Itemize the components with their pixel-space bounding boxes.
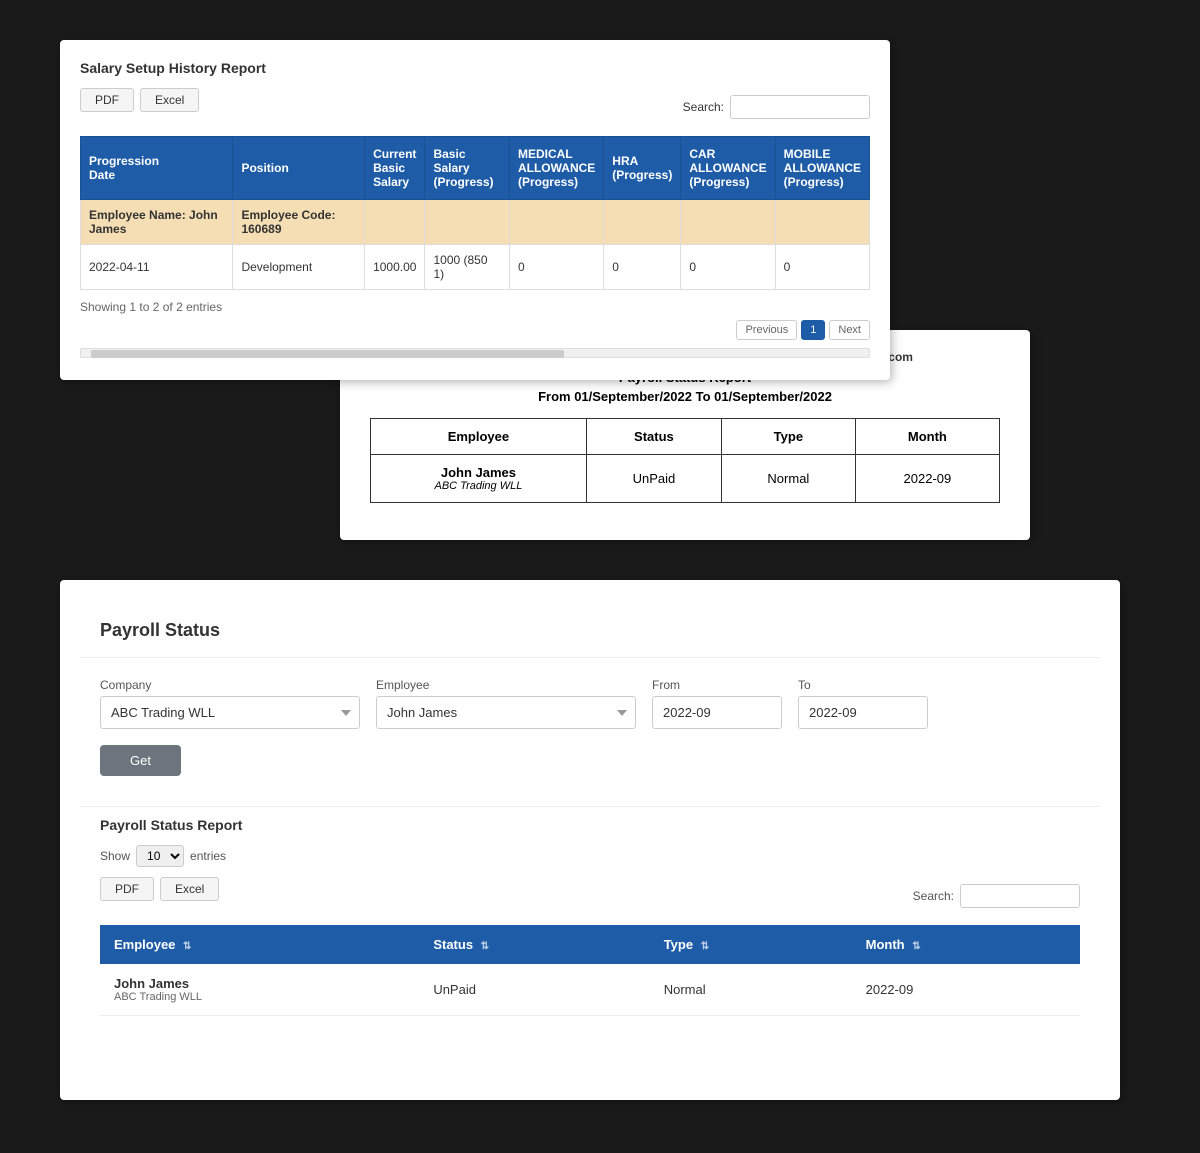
horizontal-scrollbar[interactable] <box>80 348 870 358</box>
search-label: Search: <box>683 100 724 114</box>
salary-setup-panel: Salary Setup History Report PDF Excel Se… <box>60 40 890 380</box>
table-toolbar: PDF Excel Search: <box>100 877 1080 915</box>
pagination: Previous 1 Next <box>80 320 870 340</box>
main-col-status: Status ⇅ <box>419 925 649 964</box>
main-type-cell: Normal <box>650 964 852 1016</box>
main-col-month: Month ⇅ <box>852 925 1080 964</box>
form-row: Company ABC Trading WLL Employee John Ja… <box>100 678 1080 729</box>
main-table-row: John James ABC Trading WLL UnPaid Normal… <box>100 964 1080 1016</box>
print-employee-cell: John James ABC Trading WLL <box>371 455 587 503</box>
main-emp-name: John James <box>114 976 405 991</box>
excel-button[interactable]: Excel <box>140 88 199 112</box>
company-label: Company <box>100 678 360 692</box>
row-basic-progress: 1000 (850 1) <box>425 245 510 290</box>
col-position: Position <box>233 137 365 200</box>
main-table: Employee ⇅ Status ⇅ Type ⇅ Month ⇅ <box>100 925 1080 1016</box>
employee-name-row: Employee Name: John James Employee Code:… <box>81 200 870 245</box>
col-current-basic: CurrentBasicSalary <box>365 137 425 200</box>
scrollbar-thumb <box>91 350 564 358</box>
row-medical: 0 <box>509 245 603 290</box>
main-col-type: Type ⇅ <box>650 925 852 964</box>
entries-label: entries <box>190 849 226 863</box>
print-emp-company: ABC Trading WLL <box>387 480 570 492</box>
row-current-basic: 1000.00 <box>365 245 425 290</box>
month-sort-icon: ⇅ <box>912 941 920 952</box>
entries-select[interactable]: 10 <box>136 845 184 867</box>
print-emp-name: John James <box>387 465 570 480</box>
print-col-month: Month <box>855 419 999 455</box>
pdf-button[interactable]: PDF <box>80 88 134 112</box>
table-btn-group: PDF Excel <box>100 877 219 901</box>
col-car: CARALLOWANCE(Progress) <box>681 137 775 200</box>
from-group: From <box>652 678 782 729</box>
table-excel-button[interactable]: Excel <box>160 877 219 901</box>
form-section: Company ABC Trading WLL Employee John Ja… <box>80 658 1100 796</box>
employee-sort-icon: ⇅ <box>183 941 191 952</box>
table-row: 2022-04-11 Development 1000.00 1000 (850… <box>81 245 870 290</box>
row-position: Development <box>233 245 365 290</box>
get-button[interactable]: Get <box>100 745 181 776</box>
employee-name-cell: Employee Name: John James <box>81 200 233 245</box>
row-mobile: 0 <box>775 245 869 290</box>
col-basic-progress: Basic Salary(Progress) <box>425 137 510 200</box>
report-section-title: Payroll Status Report <box>100 817 1080 833</box>
payroll-status-panel: Payroll Status Company ABC Trading WLL E… <box>60 580 1120 1100</box>
col-mobile: MOBILEALLOWANCE(Progress) <box>775 137 869 200</box>
print-status-cell: UnPaid <box>586 455 721 503</box>
employee-code-cell: Employee Code: 160689 <box>233 200 365 245</box>
print-table-row: John James ABC Trading WLL UnPaid Normal… <box>371 455 1000 503</box>
type-sort-icon: ⇅ <box>701 941 709 952</box>
main-status-cell: UnPaid <box>419 964 649 1016</box>
col-medical: MEDICALALLOWANCE(Progress) <box>509 137 603 200</box>
salary-table: ProgressionDate Position CurrentBasicSal… <box>80 136 870 290</box>
print-table: Employee Status Type Month John James AB… <box>370 418 1000 503</box>
to-label: To <box>798 678 928 692</box>
show-label: Show <box>100 849 130 863</box>
print-col-type: Type <box>721 419 855 455</box>
employee-group: Employee John James <box>376 678 636 729</box>
show-entries-control: Show 10 entries <box>100 845 1080 867</box>
print-date-range: From 01/September/2022 To 01/September/2… <box>370 389 1000 404</box>
page-1-button[interactable]: 1 <box>801 320 825 340</box>
from-label: From <box>652 678 782 692</box>
status-sort-icon: ⇅ <box>481 941 489 952</box>
table-pdf-button[interactable]: PDF <box>100 877 154 901</box>
to-group: To <box>798 678 928 729</box>
employee-label: Employee <box>376 678 636 692</box>
table-search-bar: Search: <box>913 884 1080 908</box>
company-group: Company ABC Trading WLL <box>100 678 360 729</box>
row-car: 0 <box>681 245 775 290</box>
employee-select[interactable]: John James <box>376 696 636 729</box>
panel3-title: Payroll Status <box>80 600 1100 658</box>
report-section: Payroll Status Report Show 10 entries PD… <box>80 817 1100 1036</box>
main-employee-cell: John James ABC Trading WLL <box>100 964 419 1016</box>
from-input[interactable] <box>652 696 782 729</box>
table-search-label: Search: <box>913 889 954 903</box>
print-type-cell: Normal <box>721 455 855 503</box>
main-emp-company: ABC Trading WLL <box>114 991 405 1003</box>
next-button[interactable]: Next <box>829 320 870 340</box>
row-date: 2022-04-11 <box>81 245 233 290</box>
prev-button[interactable]: Previous <box>736 320 797 340</box>
table-search-input[interactable] <box>960 884 1080 908</box>
print-month-cell: 2022-09 <box>855 455 999 503</box>
to-input[interactable] <box>798 696 928 729</box>
search-bar: Search: <box>683 95 870 119</box>
company-select[interactable]: ABC Trading WLL <box>100 696 360 729</box>
print-col-status: Status <box>586 419 721 455</box>
main-month-cell: 2022-09 <box>852 964 1080 1016</box>
row-hra: 0 <box>604 245 681 290</box>
salary-report-title: Salary Setup History Report <box>80 60 870 76</box>
section-divider <box>80 806 1100 807</box>
print-col-employee: Employee <box>371 419 587 455</box>
showing-entries: Showing 1 to 2 of 2 entries <box>80 300 870 314</box>
panel1-btn-group: PDF Excel <box>80 88 199 112</box>
col-hra: HRA(Progress) <box>604 137 681 200</box>
search-input[interactable] <box>730 95 870 119</box>
main-col-employee: Employee ⇅ <box>100 925 419 964</box>
col-progression-date: ProgressionDate <box>81 137 233 200</box>
